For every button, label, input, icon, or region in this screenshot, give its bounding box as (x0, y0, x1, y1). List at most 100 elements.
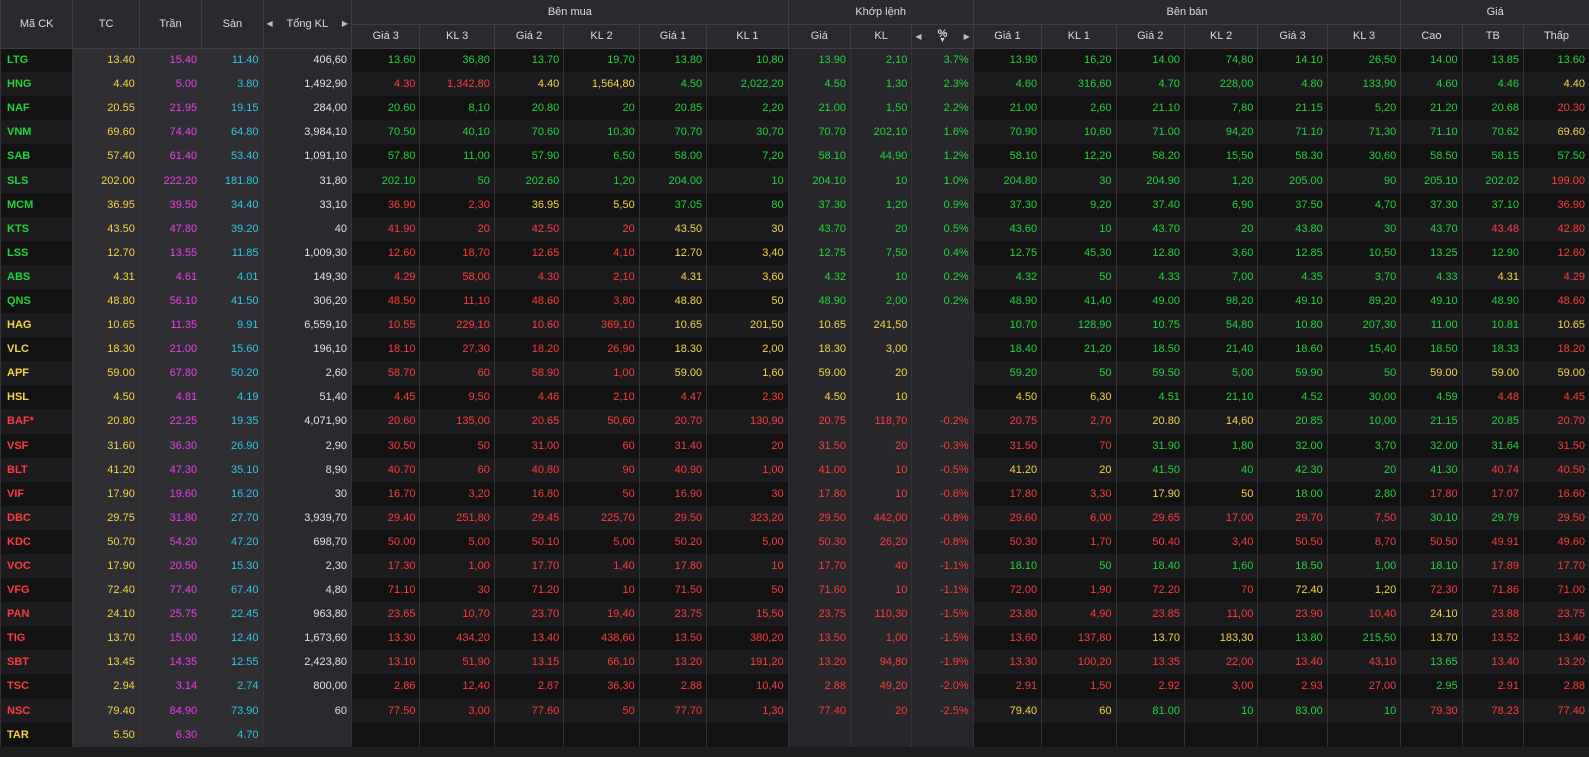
cell-symbol[interactable]: BAF* (0, 409, 73, 434)
header-match-vol[interactable]: KL (849, 24, 912, 49)
table-row[interactable]: VSF 31.60 36.30 26.90 2,90 30.50 50 31.00 60 31.4… (0, 433, 1589, 458)
cell-symbol[interactable]: TSC (0, 674, 73, 699)
cell-sell-vol3: 7,50 (1326, 505, 1401, 530)
cell-sell-price1: 48.90 (972, 288, 1042, 314)
table-row[interactable]: SBT 13.45 14.35 12.55 2,423,80 13.10 51,90 13.1… (0, 650, 1589, 675)
header-buy-price1[interactable]: Giá 1 (638, 24, 707, 49)
table-row[interactable]: KTS 43.50 47.80 39.20 40 41.90 20 42.50 20 43.50 3… (0, 216, 1589, 241)
cell-match-price: 4.50 (787, 385, 851, 410)
header-ref[interactable]: TC (72, 0, 140, 49)
cell-symbol[interactable]: HNG (0, 72, 73, 97)
table-row[interactable]: VFG 72.40 77.40 67.40 4,80 71.10 30 71.20 10 71.5… (0, 578, 1589, 603)
caret-right-icon[interactable]: ▶ (964, 32, 970, 41)
table-row[interactable]: QNS 48.80 56.10 41.50 306,20 48.50 11,10 48.60 3… (0, 288, 1589, 314)
header-sell-vol1[interactable]: KL 1 (1041, 24, 1117, 49)
cell-symbol[interactable]: QNS (0, 288, 73, 314)
caret-right-icon[interactable]: ▶ (342, 19, 348, 28)
cell-symbol[interactable]: SAB (0, 144, 73, 169)
header-low[interactable]: Thấp (1522, 24, 1589, 49)
cell-symbol[interactable]: VNM (0, 120, 73, 145)
table-row[interactable]: TIG 13.70 15.00 12.40 1,673,60 13.30 434,20 13.… (0, 626, 1589, 651)
caret-left-icon[interactable]: ◀ (915, 32, 921, 41)
header-buy-vol2[interactable]: KL 2 (563, 24, 640, 49)
cell-symbol[interactable]: DBC (0, 505, 73, 530)
table-row[interactable]: DBC 29.75 31.80 27.70 3,939,70 29.40 251,80 29.… (0, 505, 1589, 530)
header-buy-vol3[interactable]: KL 3 (419, 24, 495, 49)
table-row[interactable]: LSS 12.70 13.55 11.85 1,009,30 12.60 18,70 12.6… (0, 240, 1589, 265)
cell-ref: 4.31 (72, 264, 140, 289)
table-row[interactable]: VOC 17.90 20.50 15.30 2,30 17.30 1,00 17.70 1,40… (0, 553, 1589, 579)
table-row[interactable]: HNG 4.40 5.00 3.80 1,492,90 4.30 1,342,80 4.40 1… (0, 72, 1589, 97)
table-row[interactable]: ABS 4.31 4.61 4.01 149,30 4.29 58,00 4.30 2,10 4.… (0, 264, 1589, 289)
cell-avg: 43.48 (1461, 216, 1524, 241)
table-row[interactable]: VIF 17.90 19.60 16.20 30 16.70 3,20 16.80 50 16.9… (0, 481, 1589, 506)
cell-sell-price2: 37.40 (1115, 192, 1185, 217)
header-match-price[interactable]: Giá (787, 24, 851, 49)
header-sell-price1[interactable]: Giá 1 (972, 24, 1042, 49)
cell-symbol[interactable]: LSS (0, 240, 73, 265)
cell-symbol[interactable]: PAN (0, 602, 73, 627)
header-high[interactable]: Cao (1400, 24, 1463, 49)
cell-symbol[interactable]: SBT (0, 650, 73, 675)
cell-high: 4.60 (1400, 72, 1463, 97)
header-ceil[interactable]: Trần (138, 0, 202, 49)
cell-symbol[interactable]: NAF (0, 96, 73, 121)
cell-buy-vol3: 27,30 (419, 337, 495, 362)
cell-symbol[interactable]: LTG (0, 48, 73, 73)
cell-symbol[interactable]: KTS (0, 216, 73, 241)
cell-symbol[interactable]: VSF (0, 433, 73, 458)
table-row[interactable]: TSC 2.94 3.14 2.74 800,00 2.86 12,40 2.87 36,30 2… (0, 674, 1589, 699)
cell-buy-vol3: 229,10 (419, 313, 495, 338)
table-row[interactable]: BAF* 20.80 22.25 19.35 4,071,90 20.60 135,00 20… (0, 409, 1589, 434)
header-symbol[interactable]: Mã CK (0, 0, 73, 49)
cell-symbol[interactable]: HSL (0, 385, 73, 410)
cell-symbol[interactable]: VOC (0, 553, 73, 579)
cell-symbol[interactable]: VFG (0, 578, 73, 603)
cell-symbol[interactable]: KDC (0, 529, 73, 554)
table-row[interactable]: HAG 10.65 11.35 9.91 6,559,10 10.55 229,10 10.6… (0, 313, 1589, 338)
table-row[interactable]: HSL 4.50 4.81 4.19 51,40 4.45 9,50 4.46 2,10 4.47… (0, 385, 1589, 410)
sort-down-icon[interactable]: ▼ (915, 37, 969, 44)
cell-symbol[interactable]: APF (0, 361, 73, 386)
caret-left-icon[interactable]: ◀ (267, 19, 273, 28)
cell-sell-vol1: 30 (1041, 168, 1117, 193)
table-row[interactable]: VNM 69.60 74.40 64.80 3,984,10 70.50 40,10 70.6… (0, 120, 1589, 145)
table-row[interactable]: PAN 24.10 25.75 22.45 963,80 23.65 10,70 23.70 1… (0, 602, 1589, 627)
table-row[interactable]: LTG 13.40 15.40 11.40 406,60 13.60 36,80 13.70 1… (0, 48, 1589, 73)
header-avg[interactable]: TB (1461, 24, 1524, 49)
header-match-pct[interactable]: ◀ % ▼ ▶ (911, 24, 974, 49)
cell-symbol[interactable]: TAR (0, 722, 73, 747)
header-sell-vol3[interactable]: KL 3 (1326, 24, 1401, 49)
cell-symbol[interactable]: ABS (0, 264, 73, 289)
table-row[interactable]: VLC 18.30 21.00 15.60 196,10 18.10 27,30 18.20 2… (0, 337, 1589, 362)
table-row[interactable]: KDC 50.70 54.20 47.20 698,70 50.00 5,00 50.10 5,… (0, 529, 1589, 554)
header-buy-price2[interactable]: Giá 2 (493, 24, 564, 49)
header-sell-price2[interactable]: Giá 2 (1115, 24, 1185, 49)
table-row[interactable]: SAB 57.40 61.40 53.40 1,091,10 57.80 11,00 57.9… (0, 144, 1589, 169)
header-sell-vol2[interactable]: KL 2 (1183, 24, 1258, 49)
table-row[interactable]: APF 59.00 67.80 50.20 2,60 58.70 60 58.90 1,00 59… (0, 361, 1589, 386)
cell-floor: 41.50 (201, 288, 264, 314)
cell-symbol[interactable]: MCM (0, 192, 73, 217)
cell-symbol[interactable]: VIF (0, 481, 73, 506)
header-floor[interactable]: Sàn (201, 0, 264, 49)
table-row[interactable]: NSC 79.40 84.90 73.90 60 77.50 3,00 77.60 50 77.7… (0, 698, 1589, 723)
cell-symbol[interactable]: VLC (0, 337, 73, 362)
cell-symbol[interactable]: SLS (0, 168, 73, 193)
cell-match-price: 17.70 (787, 553, 851, 579)
cell-match-vol: 20 (849, 433, 912, 458)
table-row[interactable]: MCM 36.95 39.50 34.40 33,10 36.90 2,30 36.95 5,5… (0, 192, 1589, 217)
header-buy-vol1[interactable]: KL 1 (706, 24, 789, 49)
header-buy-price3[interactable]: Giá 3 (351, 24, 420, 49)
cell-symbol[interactable]: BLT (0, 457, 73, 482)
cell-symbol[interactable]: HAG (0, 313, 73, 338)
header-total-vol[interactable]: ◀ Tổng KL ▶ (262, 0, 352, 49)
table-row[interactable]: BLT 41.20 47.30 35.10 8,90 40.70 60 40.80 90 40.9… (0, 457, 1589, 482)
header-sell-price3[interactable]: Giá 3 (1257, 24, 1328, 49)
cell-sell-vol3: 215,50 (1326, 626, 1401, 651)
cell-symbol[interactable]: NSC (0, 698, 73, 723)
table-row[interactable]: NAF 20.55 21.95 19.15 284,00 20.60 8,10 20.80 20… (0, 96, 1589, 121)
table-row[interactable]: SLS 202.00 222.20 181.80 31,80 202.10 50 202.60… (0, 168, 1589, 193)
table-row[interactable]: TAR 5.50 6.30 4.70 (0, 722, 1589, 747)
cell-symbol[interactable]: TIG (0, 626, 73, 651)
